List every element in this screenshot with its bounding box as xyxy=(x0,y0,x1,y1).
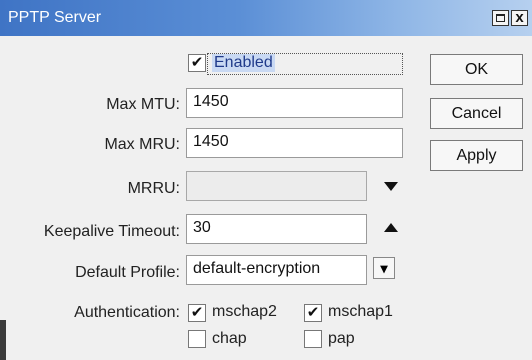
enabled-checkbox[interactable]: ✔ xyxy=(188,54,206,72)
max-mtu-label: Max MTU: xyxy=(106,96,180,113)
chap-checkbox[interactable] xyxy=(188,330,206,348)
maximize-button[interactable] xyxy=(492,10,509,26)
mschap2-label: mschap2 xyxy=(212,303,277,320)
form-area: ✔ Enabled Max MTU: 1450 Max MRU: 1450 MR… xyxy=(0,36,532,360)
enabled-label[interactable]: Enabled xyxy=(212,54,275,72)
default-profile-label: Default Profile: xyxy=(75,264,180,281)
mrru-input[interactable] xyxy=(186,171,367,201)
dropdown-arrow-icon: ▾ xyxy=(380,260,388,276)
apply-button[interactable]: Apply xyxy=(430,140,523,171)
max-mru-label: Max MRU: xyxy=(104,136,180,153)
ok-button[interactable]: OK xyxy=(430,54,523,85)
pap-label: pap xyxy=(328,330,355,347)
authentication-label: Authentication: xyxy=(74,304,180,321)
title-bar[interactable]: PPTP Server x xyxy=(0,0,532,36)
window-edge xyxy=(0,320,6,360)
mrru-label: MRRU: xyxy=(127,180,180,197)
pptp-server-window: PPTP Server x ✔ Enabled Max MTU: 1450 Ma… xyxy=(0,0,532,360)
chap-label: chap xyxy=(212,330,247,347)
mschap1-label: mschap1 xyxy=(328,303,393,320)
default-profile-select[interactable]: default-encryption xyxy=(186,255,367,285)
mrru-expand-icon[interactable] xyxy=(384,182,398,191)
cancel-button[interactable]: Cancel xyxy=(430,98,523,129)
mschap1-checkbox[interactable]: ✔ xyxy=(304,304,322,322)
max-mtu-input[interactable]: 1450 xyxy=(186,88,403,118)
keepalive-timeout-label: Keepalive Timeout: xyxy=(43,223,180,240)
check-icon: ✔ xyxy=(190,304,204,321)
mschap2-checkbox[interactable]: ✔ xyxy=(188,304,206,322)
check-icon: ✔ xyxy=(190,54,204,71)
max-mru-input[interactable]: 1450 xyxy=(186,128,403,158)
close-button[interactable]: x xyxy=(511,10,528,26)
maximize-icon xyxy=(496,14,505,22)
keepalive-timeout-input[interactable]: 30 xyxy=(186,214,367,244)
window-title: PPTP Server xyxy=(8,9,102,26)
check-icon: ✔ xyxy=(306,304,320,321)
keepalive-collapse-icon[interactable] xyxy=(384,223,398,232)
pap-checkbox[interactable] xyxy=(304,330,322,348)
close-icon: x xyxy=(515,9,524,26)
default-profile-dropdown-button[interactable]: ▾ xyxy=(373,257,395,279)
